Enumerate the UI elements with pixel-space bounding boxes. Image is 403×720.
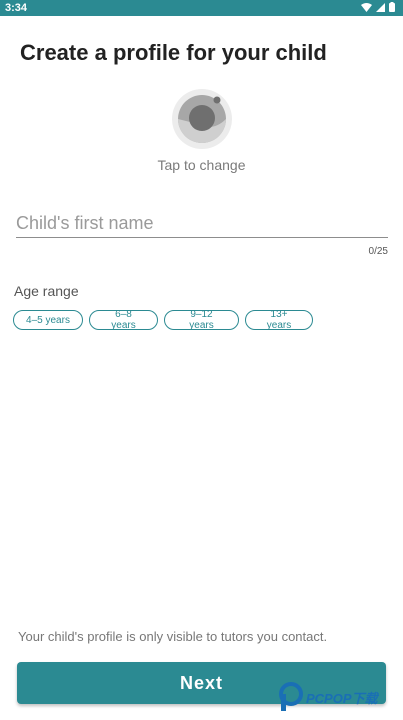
age-chip-4-5[interactable]: 4–5 years <box>13 310 83 330</box>
character-counter: 0/25 <box>368 246 388 257</box>
status-time: 3:34 <box>5 2 28 14</box>
status-icons <box>361 2 395 12</box>
tap-to-change-label[interactable]: Tap to change <box>0 157 403 173</box>
watermark-text: PCPOP下载 <box>306 690 378 706</box>
child-first-name-input[interactable] <box>16 209 388 238</box>
signal-icon <box>376 2 385 12</box>
pcpop-logo-icon <box>279 682 303 711</box>
age-chip-13-plus[interactable]: 13+ years <box>245 309 313 331</box>
avatar-camera-icon <box>172 89 232 149</box>
age-range-label: Age range <box>14 283 79 299</box>
age-range-chips: 4–5 years 6–8 years 9–12 years 13+ years <box>13 309 313 331</box>
age-chip-6-8[interactable]: 6–8 years <box>89 309 158 331</box>
watermark: PCPOP下载 <box>278 682 378 712</box>
avatar[interactable] <box>172 89 232 149</box>
age-chip-9-12[interactable]: 9–12 years <box>164 309 239 331</box>
wifi-icon <box>361 2 372 12</box>
privacy-note: Your child's profile is only visible to … <box>18 629 328 644</box>
status-bar: 3:34 <box>0 0 403 16</box>
page-title: Create a profile for your child <box>20 40 327 65</box>
battery-icon <box>389 2 395 12</box>
